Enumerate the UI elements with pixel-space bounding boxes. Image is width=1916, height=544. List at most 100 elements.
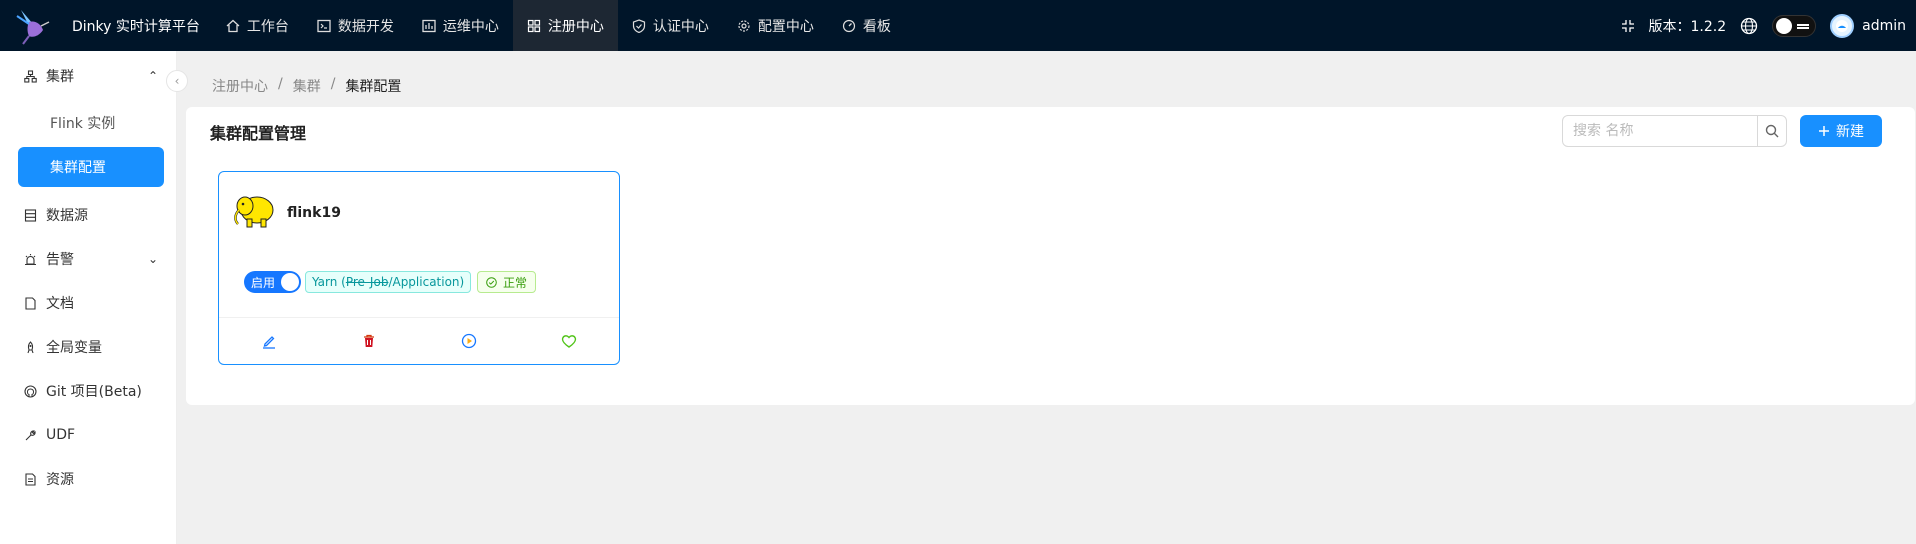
language-globe-icon[interactable] — [1740, 17, 1758, 35]
github-icon — [24, 384, 37, 398]
nav-item-label: 看板 — [862, 18, 891, 35]
sidebar-item-alarm[interactable]: 告警 ⌄ — [18, 239, 164, 279]
edit-icon — [263, 336, 275, 349]
avatar[interactable] — [1830, 13, 1855, 38]
chevron-left-icon: ‹ — [174, 74, 180, 88]
app-logo[interactable] — [10, 3, 56, 49]
search-input[interactable] — [1563, 116, 1758, 146]
sidebar: 集群 ⌃ Flink 实例 集群配置 数据源 告警 ⌄ 文档 全局变量 Git … — [0, 51, 177, 544]
hadoop-elephant-icon — [234, 196, 274, 228]
file-icon — [25, 472, 36, 486]
fullscreen-icon[interactable] — [1621, 19, 1635, 33]
new-button[interactable]: 新建 — [1800, 115, 1882, 147]
heart-icon — [561, 335, 577, 348]
sidebar-item-label: 数据源 — [46, 208, 88, 224]
enable-toggle-knob — [281, 273, 299, 291]
sidebar-subitem-cluster-config[interactable]: 集群配置 — [18, 147, 164, 187]
cluster-config-panel: 集群配置管理 新建 flink19 启用 Yarn (Pre-Job/Appli… — [186, 107, 1915, 405]
theme-toggle-knob — [1776, 17, 1793, 34]
breadcrumb-item[interactable]: 注册中心 — [212, 76, 268, 96]
topbar-actions: 版本：1.2.2 admin — [1621, 0, 1916, 51]
database-icon — [24, 208, 37, 222]
sidebar-item-cluster[interactable]: 集群 ⌃ — [18, 56, 164, 96]
sidebar-subitem-flink-instance[interactable]: Flink 实例 — [18, 103, 164, 143]
cluster-type-strike: Pre-Job — [345, 275, 389, 289]
breadcrumb-current: 集群配置 — [345, 79, 402, 95]
enable-toggle[interactable]: 启用 — [244, 271, 301, 293]
search-icon — [1765, 124, 1779, 138]
alarm-icon — [25, 253, 36, 265]
nav-item-auth-center[interactable]: 认证中心 — [618, 0, 723, 51]
sidebar-item-udf[interactable]: UDF — [18, 415, 164, 455]
user-avatar-icon — [1836, 19, 1849, 32]
nav-item-label: 数据开发 — [337, 18, 394, 35]
sidebar-subitem-label: 集群配置 — [50, 160, 106, 176]
sidebar-item-docs[interactable]: 文档 — [18, 283, 164, 323]
main-nav: 工作台 数据开发 运维中心 注册中心 认证中心 配置中心 看板 — [212, 0, 905, 51]
cluster-card[interactable]: flink19 启用 Yarn (Pre-Job/Application) 正常 — [218, 171, 620, 365]
theme-toggle[interactable] — [1772, 14, 1817, 37]
card-actions — [219, 318, 619, 364]
chevron-down-icon: ⌄ — [147, 252, 158, 266]
breadcrumb-separator: / — [278, 76, 283, 92]
home-icon — [226, 19, 240, 32]
rocket-icon — [27, 340, 34, 353]
sidebar-item-label: UDF — [46, 427, 76, 443]
sidebar-item-label: Git 项目(Beta) — [46, 384, 142, 400]
nav-item-kanban[interactable]: 看板 — [828, 0, 905, 51]
nav-item-workbench[interactable]: 工作台 — [212, 0, 303, 51]
code-icon — [317, 19, 331, 32]
sidebar-collapse-button[interactable]: ‹ — [166, 70, 188, 92]
nav-item-data-dev[interactable]: 数据开发 — [303, 0, 408, 51]
status-badge: 正常 — [477, 271, 537, 293]
sidebar-item-label: 集群 — [46, 69, 74, 85]
username[interactable]: admin — [1862, 18, 1906, 34]
gear-icon — [738, 19, 750, 32]
health-check-button[interactable] — [519, 318, 619, 364]
sidebar-item-resources[interactable]: 资源 — [18, 459, 164, 499]
nav-item-label: 注册中心 — [547, 18, 604, 35]
theme-toggle-mark — [1797, 23, 1810, 29]
nav-item-label: 运维中心 — [442, 18, 499, 35]
shield-icon — [632, 18, 645, 33]
top-navigation-bar: Dinky 实时计算平台 工作台 数据开发 运维中心 注册中心 认证中心 配置中… — [0, 0, 1916, 51]
cluster-name: flink19 — [287, 205, 341, 221]
gauge-icon — [842, 19, 855, 32]
sidebar-item-global-vars[interactable]: 全局变量 — [18, 327, 164, 367]
app-title[interactable]: Dinky 实时计算平台 — [72, 16, 200, 36]
enable-toggle-label: 启用 — [251, 275, 276, 290]
sidebar-item-git-projects[interactable]: Git 项目(Beta) — [18, 371, 164, 411]
page-title: 集群配置管理 — [210, 124, 307, 143]
hummingbird-logo-icon — [16, 9, 50, 45]
sidebar-item-datasource[interactable]: 数据源 — [18, 195, 164, 235]
delete-button[interactable] — [319, 318, 419, 364]
nav-item-config-center[interactable]: 配置中心 — [723, 0, 828, 51]
new-button-label: 新建 — [1836, 124, 1864, 140]
sidebar-subitem-label: Flink 实例 — [50, 116, 116, 132]
nav-item-label: 工作台 — [246, 18, 289, 35]
nav-item-registry-center[interactable]: 注册中心 — [512, 0, 618, 51]
search-button[interactable] — [1758, 116, 1786, 146]
delete-icon — [364, 334, 374, 347]
plus-icon — [1819, 126, 1829, 136]
sidebar-item-label: 资源 — [46, 472, 74, 488]
check-circle-icon — [486, 276, 497, 288]
nav-item-ops-center[interactable]: 运维中心 — [408, 0, 513, 51]
breadcrumb-item[interactable]: 集群 — [293, 76, 321, 96]
dashboard-icon — [422, 19, 436, 32]
sidebar-item-label: 告警 — [46, 252, 74, 268]
cluster-type-suffix: /Application) — [388, 275, 465, 289]
nav-item-label: 配置中心 — [757, 18, 814, 35]
cluster-type-prefix: Yarn ( — [312, 275, 346, 289]
status-label: 正常 — [503, 275, 528, 290]
breadcrumb-separator: / — [330, 76, 336, 92]
cluster-type-tag: Yarn (Pre-Job/Application) — [305, 271, 472, 293]
cluster-icon — [24, 69, 37, 83]
heartbeat-button[interactable] — [419, 318, 519, 364]
sidebar-item-label: 全局变量 — [46, 340, 102, 356]
sidebar-item-label: 文档 — [46, 296, 74, 312]
edit-button[interactable] — [219, 318, 319, 364]
version-label: 版本：1.2.2 — [1648, 18, 1727, 35]
grid-icon — [527, 19, 540, 32]
nav-item-label: 认证中心 — [652, 18, 709, 35]
